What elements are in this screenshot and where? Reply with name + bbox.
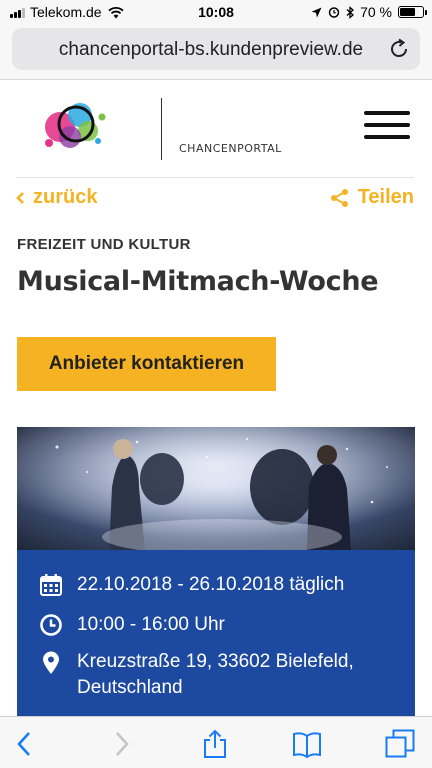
tabs-icon[interactable] — [385, 729, 415, 759]
bluetooth-icon — [346, 5, 355, 19]
event-date-row: 22.10.2018 - 26.10.2018 täglich — [39, 574, 344, 597]
share-link[interactable]: Teilen — [330, 186, 414, 209]
calendar-icon — [40, 574, 62, 596]
site-header: CHANCENPORTAL — [16, 81, 414, 178]
status-right: 70 % — [311, 4, 427, 20]
address-bar[interactable]: chancenportal-bs.kundenpreview.de — [12, 28, 420, 70]
clock-icon — [40, 614, 62, 636]
location-arrow-icon — [311, 7, 322, 17]
browser-address-area: chancenportal-bs.kundenpreview.de — [0, 24, 432, 80]
hamburger-icon[interactable] — [364, 111, 410, 141]
battery-percent: 70 % — [360, 4, 392, 20]
event-date: 22.10.2018 - 26.10.2018 täglich — [77, 574, 345, 595]
url-text[interactable]: chancenportal-bs.kundenpreview.de — [12, 39, 380, 61]
bookmarks-icon[interactable] — [292, 729, 322, 759]
share-icon — [330, 188, 348, 207]
battery-level — [400, 8, 416, 16]
back-link[interactable]: zurück — [16, 186, 97, 209]
detail-nav-row: zurück Teilen — [16, 182, 414, 214]
alarm-icon — [328, 7, 340, 18]
event-time: 10:00 - 16:00 Uhr — [77, 614, 225, 635]
back-label[interactable]: zurück — [33, 186, 97, 209]
logo-divider — [161, 98, 162, 160]
back-arrow-icon[interactable] — [10, 729, 40, 759]
event-hero-image — [17, 427, 415, 551]
event-category: FREIZEIT UND KULTUR — [17, 236, 191, 253]
event-time-row: 10:00 - 16:00 Uhr — [39, 614, 225, 637]
contact-provider-button[interactable]: Anbieter kontaktieren — [17, 337, 276, 391]
browser-toolbar — [0, 716, 432, 768]
chancenportal-logo[interactable] — [40, 95, 110, 157]
event-info-box: 22.10.2018 - 26.10.2018 täglich 10:00 - … — [17, 550, 415, 720]
battery-icon — [398, 6, 427, 18]
reload-icon[interactable] — [388, 38, 410, 60]
event-title: Musical-Mitmach-Woche — [17, 266, 379, 297]
event-address-row: Kreuzstraße 19, 33602 Bielefeld, Deutsch… — [39, 651, 409, 701]
share-sheet-icon[interactable] — [200, 729, 230, 759]
share-label[interactable]: Teilen — [358, 186, 414, 209]
map-pin-icon — [43, 651, 59, 674]
event-address: Kreuzstraße 19, 33602 Bielefeld, Deutsch… — [77, 651, 354, 698]
brand-name: CHANCENPORTAL — [179, 142, 282, 155]
status-bar: Telekom.de 10:08 70 % — [0, 0, 432, 24]
chevron-left-icon — [16, 191, 24, 204]
forward-arrow-icon[interactable] — [106, 729, 136, 759]
